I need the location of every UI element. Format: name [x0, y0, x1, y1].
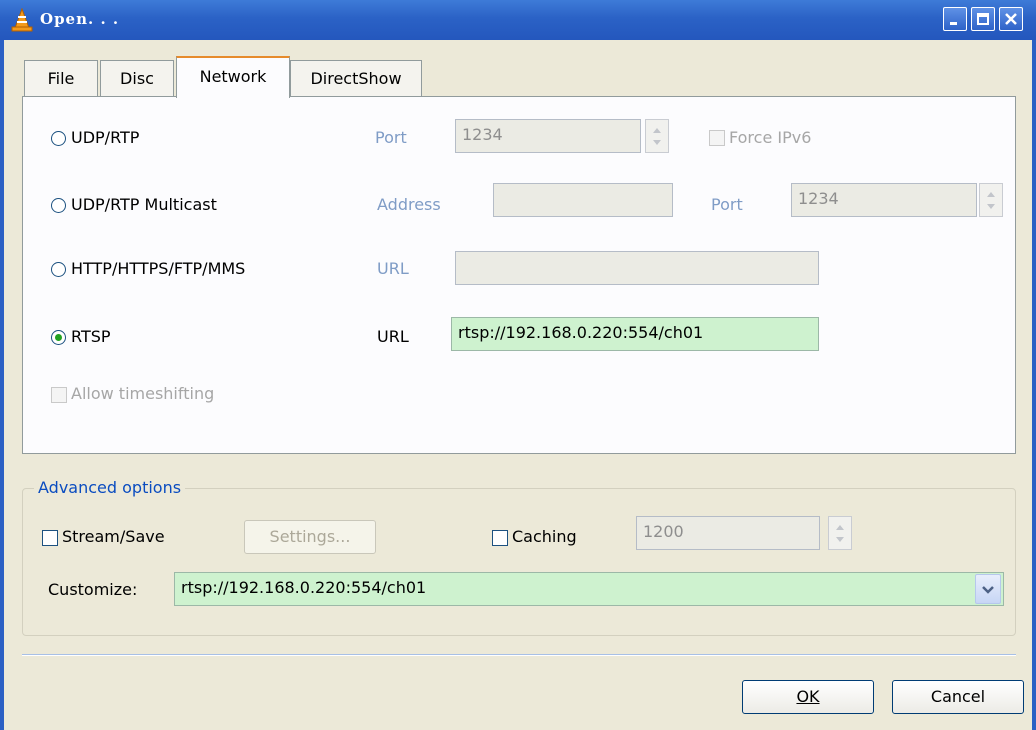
cancel-label: Cancel — [930, 687, 986, 706]
tab-network[interactable]: Network — [176, 56, 290, 98]
udp-port-spinner[interactable] — [645, 119, 669, 153]
allow-timeshifting-checkbox[interactable] — [51, 387, 67, 403]
tab-file[interactable]: File — [24, 60, 98, 96]
udp-port-field[interactable]: 1234 — [455, 119, 641, 153]
advanced-options-group — [22, 488, 1016, 636]
customize-dropdown-button[interactable] — [975, 574, 1001, 604]
rtsp-url-field[interactable]: rtsp://192.168.0.220:554/ch01 — [451, 317, 819, 351]
chevron-down-icon — [982, 586, 994, 594]
cancel-button[interactable]: Cancel — [892, 680, 1024, 714]
caching-spinner[interactable] — [828, 516, 852, 550]
close-icon — [1005, 13, 1017, 25]
http-url-field[interactable] — [455, 251, 819, 285]
settings-button[interactable]: Settings... — [244, 520, 376, 554]
network-panel: UDP/RTP Port 1234 Force IPv6 UDP/RTP Mul… — [22, 96, 1016, 454]
title-bar[interactable]: Open. . . — [0, 0, 1036, 40]
window-frame-right — [1032, 40, 1036, 730]
close-button[interactable] — [999, 7, 1023, 31]
customize-combobox[interactable]: rtsp://192.168.0.220:554/ch01 — [174, 572, 1004, 606]
caching-checkbox[interactable] — [492, 530, 508, 546]
rtsp-url-label: URL — [377, 327, 409, 346]
force-ipv6-label: Force IPv6 — [729, 128, 812, 147]
caching-label: Caching — [512, 527, 577, 546]
rtsp-radio[interactable] — [51, 330, 66, 345]
multicast-port-spinner[interactable] — [979, 183, 1003, 217]
ok-button[interactable]: OK — [742, 680, 874, 714]
window-frame-left — [0, 40, 4, 730]
http-radio[interactable] — [51, 262, 66, 277]
button-separator — [22, 654, 1016, 656]
minimize-button[interactable] — [943, 7, 967, 31]
maximize-button[interactable] — [971, 7, 995, 31]
udp-rtp-label: UDP/RTP — [71, 128, 140, 147]
force-ipv6-checkbox[interactable] — [709, 130, 725, 146]
open-dialog: Open. . . File Disc Network DirectShow U… — [0, 0, 1036, 730]
caching-value-field[interactable]: 1200 — [636, 516, 820, 550]
http-url-label: URL — [377, 259, 409, 278]
multicast-address-field[interactable] — [493, 183, 673, 217]
multicast-port-field[interactable]: 1234 — [791, 183, 977, 217]
multicast-address-label: Address — [377, 195, 441, 214]
http-label: HTTP/HTTPS/FTP/MMS — [71, 259, 246, 278]
udp-multicast-radio[interactable] — [51, 198, 66, 213]
udp-port-label: Port — [375, 128, 407, 147]
maximize-icon — [977, 13, 989, 25]
customize-label: Customize: — [48, 580, 138, 599]
udp-rtp-radio[interactable] — [51, 131, 66, 146]
stream-save-label: Stream/Save — [62, 527, 165, 546]
rtsp-label: RTSP — [71, 327, 111, 346]
tab-disc[interactable]: Disc — [100, 60, 174, 96]
tab-directshow[interactable]: DirectShow — [290, 60, 422, 96]
udp-multicast-label: UDP/RTP Multicast — [71, 195, 217, 214]
multicast-port-label: Port — [711, 195, 743, 214]
advanced-options-title: Advanced options — [34, 478, 186, 497]
minimize-icon — [950, 22, 957, 25]
stream-save-checkbox[interactable] — [42, 530, 58, 546]
window-title: Open. . . — [40, 10, 120, 28]
vlc-cone-icon — [11, 8, 33, 32]
allow-timeshifting-label: Allow timeshifting — [71, 384, 215, 403]
ok-label: OK — [796, 687, 820, 706]
